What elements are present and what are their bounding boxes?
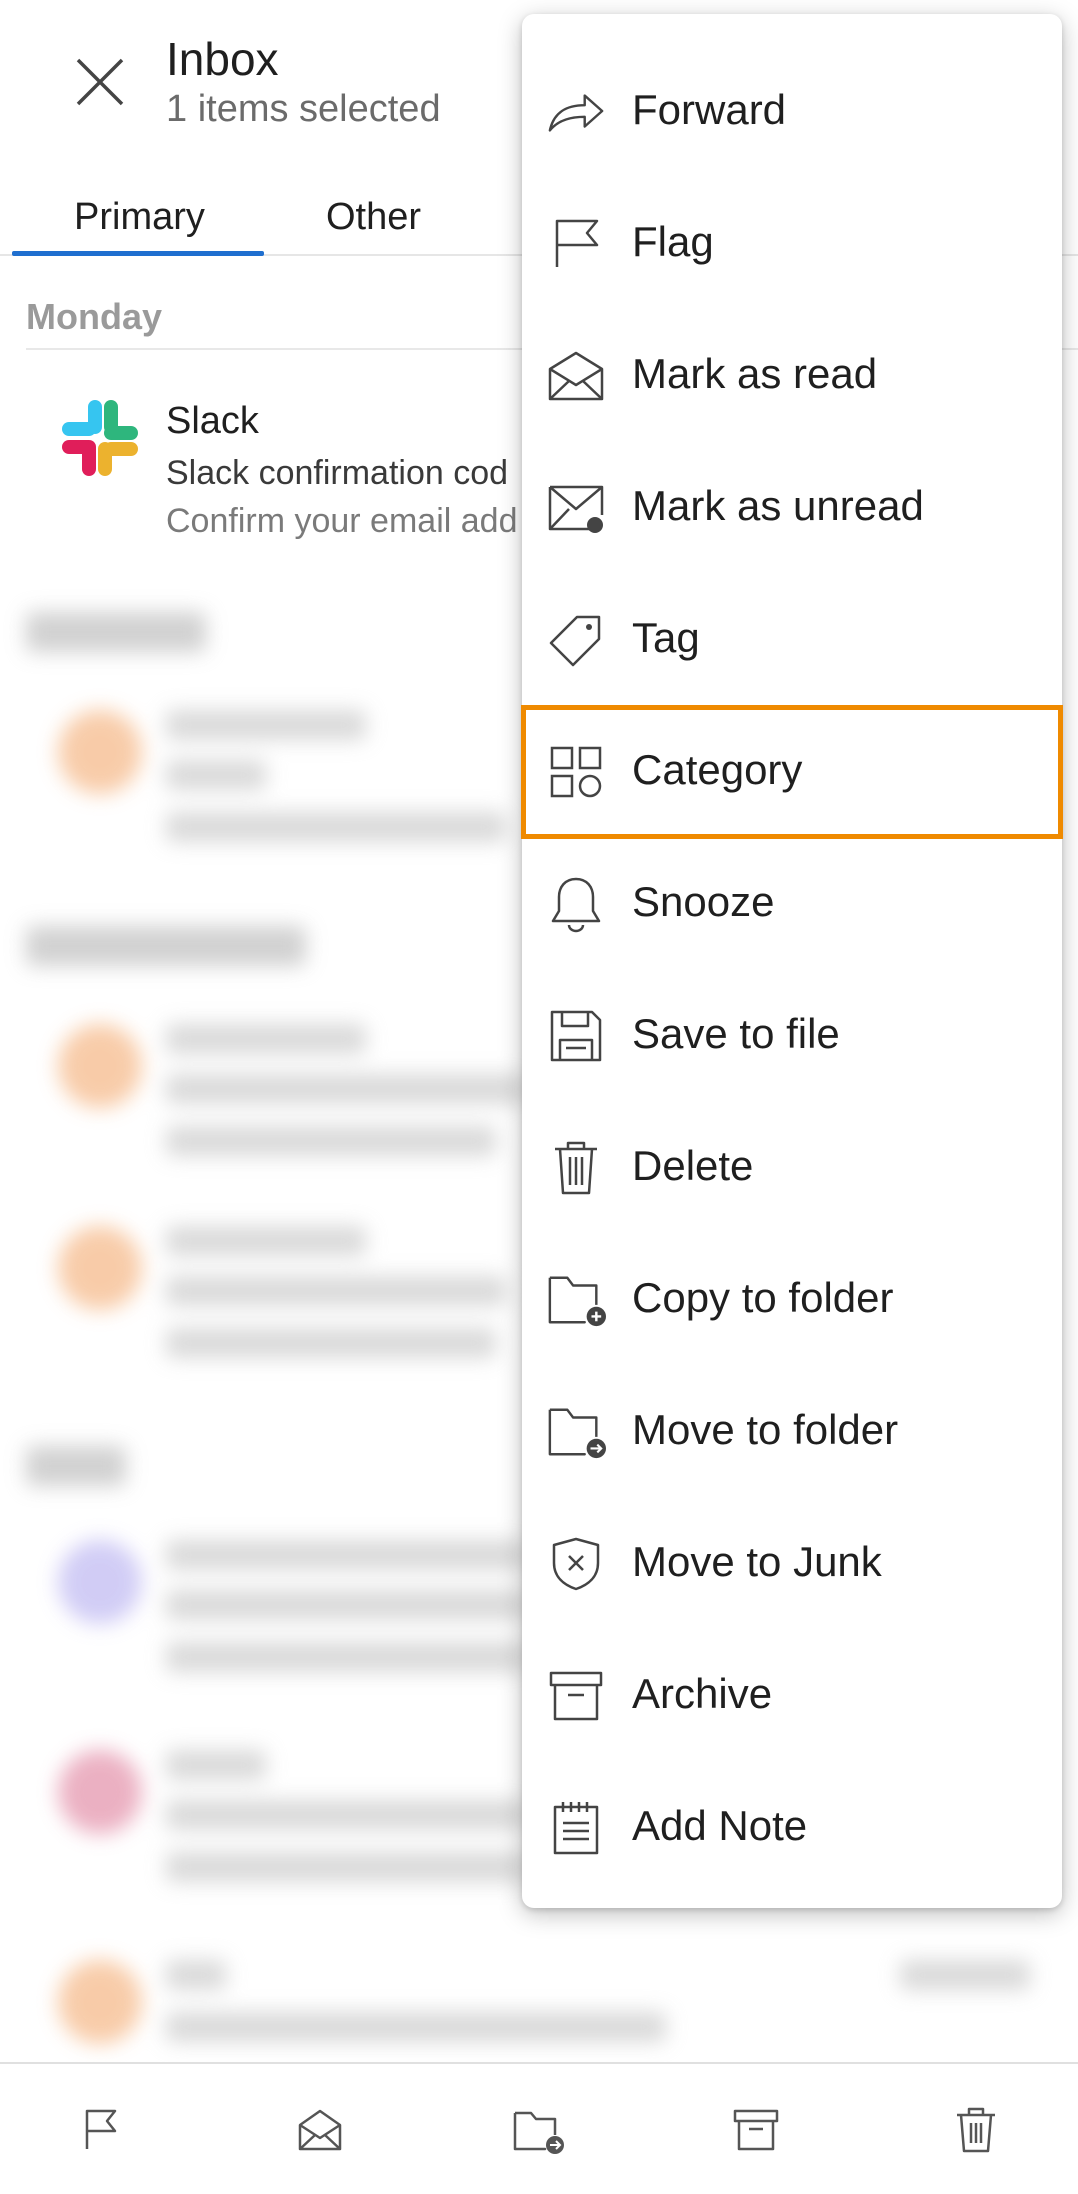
selection-count: 1 items selected	[166, 88, 441, 130]
note-icon	[546, 1798, 606, 1858]
blurred-text	[166, 1540, 526, 1570]
blurred-text	[166, 760, 266, 790]
menu-item-label: Add Note	[632, 1802, 808, 1849]
menu-item-tag[interactable]: Tag	[522, 574, 1062, 706]
menu-item-flag[interactable]: Flag	[522, 178, 1062, 310]
message-subject: Slack confirmation cod	[166, 454, 509, 492]
blurred-text	[166, 710, 366, 740]
tag-icon	[546, 610, 606, 670]
blurred-avatar	[58, 1226, 142, 1310]
blurred-text	[166, 1800, 526, 1830]
menu-item-label: Mark as read	[632, 350, 878, 397]
menu-item-label: Snooze	[632, 878, 775, 925]
blurred-text	[166, 812, 506, 842]
blurred-text	[166, 1024, 366, 1054]
blurred-text	[166, 1750, 266, 1780]
menu-item-label: Tag	[632, 614, 700, 661]
blurred-text	[166, 1276, 506, 1306]
menu-item-label: Mark as unread	[632, 482, 924, 529]
menu-item-move-to-junk[interactable]: Move to Junk	[522, 1498, 1062, 1630]
trash-icon	[546, 1138, 606, 1198]
section-header-monday: Monday	[26, 296, 163, 337]
menu-item-add-note[interactable]: Add Note	[522, 1762, 1062, 1894]
blurred-avatar	[58, 1960, 142, 2044]
menu-item-copy-to-folder[interactable]: Copy to folder	[522, 1234, 1062, 1366]
blurred-text	[166, 1590, 526, 1620]
tab-primary[interactable]: Primary	[74, 196, 205, 239]
flag-icon	[546, 214, 606, 274]
flag-icon[interactable]	[70, 2098, 134, 2162]
blurred-avatar	[58, 710, 142, 794]
blurred-text	[166, 1960, 226, 1990]
blurred-section-header	[26, 926, 306, 966]
bell-icon	[546, 874, 606, 934]
menu-item-label: Category	[632, 746, 803, 793]
menu-item-label: Move to Junk	[632, 1538, 882, 1585]
blurred-avatar	[58, 1750, 142, 1834]
close-icon[interactable]	[62, 44, 138, 120]
menu-item-label: Forward	[632, 86, 787, 133]
blurred-avatar	[58, 1540, 142, 1624]
menu-item-mark-as-unread[interactable]: Mark as unread	[522, 442, 1062, 574]
menu-item-move-to-folder[interactable]: Move to folder	[522, 1366, 1062, 1498]
menu-item-label: Move to folder	[632, 1406, 899, 1453]
menu-item-label: Delete	[632, 1142, 754, 1189]
folder-move-icon[interactable]	[506, 2098, 570, 2162]
blurred-text	[166, 1074, 526, 1104]
message-actions-menu: Forward Flag Mark as read Mark as unread…	[521, 14, 1063, 1908]
menu-item-label: Flag	[632, 218, 714, 265]
envelope-unread-icon	[546, 478, 606, 538]
forward-icon	[546, 82, 606, 142]
menu-item-snooze[interactable]: Snooze	[522, 838, 1062, 970]
slack-logo-icon	[58, 396, 142, 480]
blurred-text	[166, 1852, 526, 1882]
envelope-open-icon[interactable]	[288, 2098, 352, 2162]
bottom-action-bar	[0, 2062, 1078, 2194]
archive-icon	[546, 1666, 606, 1726]
message-sender: Slack	[166, 400, 259, 442]
blurred-avatar	[58, 1024, 142, 1108]
blurred-text	[166, 1126, 496, 1156]
blurred-text	[166, 1226, 366, 1256]
menu-item-archive[interactable]: Archive	[522, 1630, 1062, 1762]
page-title: Inbox	[166, 33, 279, 85]
blurred-section-header	[26, 612, 206, 652]
blurred-text	[166, 2012, 666, 2042]
menu-item-category[interactable]: Category	[521, 705, 1063, 839]
blurred-text	[166, 1642, 526, 1672]
category-icon	[546, 742, 606, 802]
envelope-open-icon	[546, 346, 606, 406]
menu-item-label: Archive	[632, 1670, 773, 1717]
blurred-text	[166, 1328, 496, 1358]
folder-move-icon	[546, 1402, 606, 1462]
blurred-text	[900, 1960, 1030, 1990]
active-tab-indicator	[12, 251, 264, 256]
menu-item-label: Copy to folder	[632, 1274, 894, 1321]
blurred-section-header	[26, 1446, 126, 1486]
archive-icon[interactable]	[724, 2098, 788, 2162]
trash-icon[interactable]	[944, 2098, 1008, 2162]
menu-item-forward[interactable]: Forward	[522, 46, 1062, 178]
save-icon	[546, 1006, 606, 1066]
menu-item-save-to-file[interactable]: Save to file	[522, 970, 1062, 1102]
menu-item-delete[interactable]: Delete	[522, 1102, 1062, 1234]
folder-copy-icon	[546, 1270, 606, 1330]
junk-shield-icon	[546, 1534, 606, 1594]
menu-item-mark-as-read[interactable]: Mark as read	[522, 310, 1062, 442]
tab-other[interactable]: Other	[326, 196, 421, 239]
message-preview: Confirm your email add	[166, 502, 518, 540]
menu-item-label: Save to file	[632, 1010, 840, 1057]
